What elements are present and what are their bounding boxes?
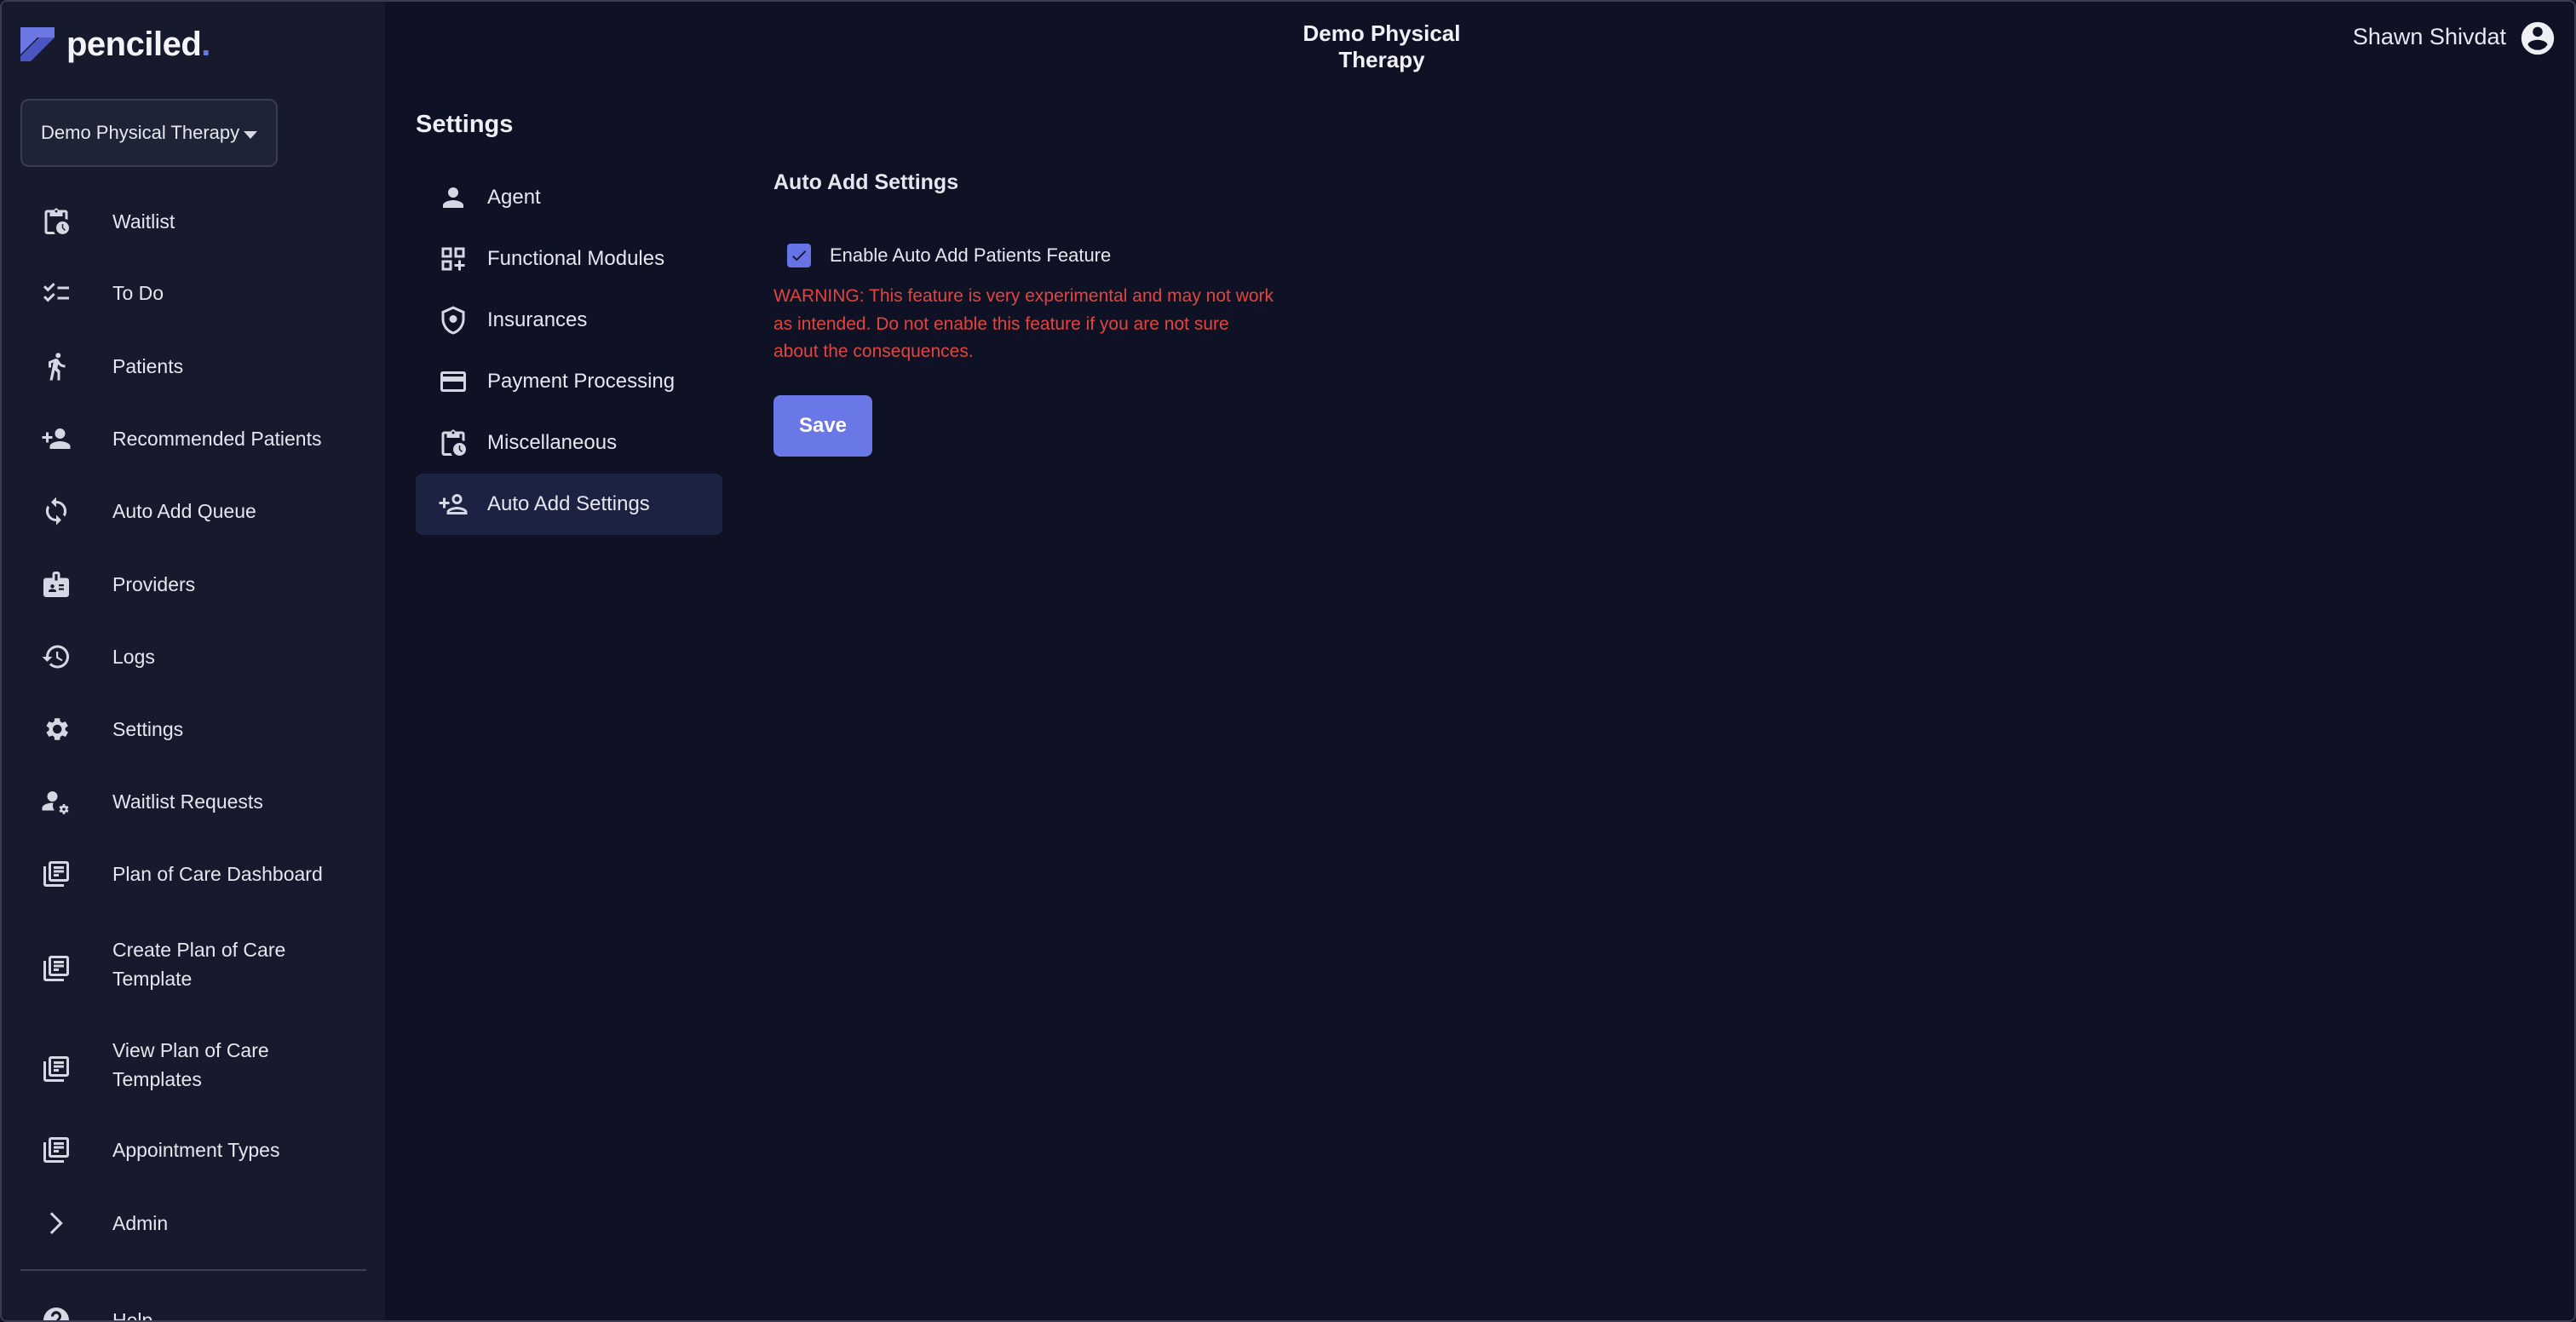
penciled-logo-icon (20, 27, 55, 61)
settings-item-label: Payment Processing (487, 370, 676, 393)
caret-down-icon (244, 131, 257, 139)
settings-item-miscellaneous[interactable]: Miscellaneous (416, 412, 722, 474)
sidebar-item-patients[interactable]: Patients (20, 336, 366, 397)
user-name[interactable]: Shawn Shivdat (2353, 24, 2506, 50)
sidebar-divider (20, 1269, 366, 1271)
clinic-select-value: Demo Physical Therapy (41, 122, 240, 143)
sidebar-item-label: Create Plan of Care (112, 939, 286, 961)
sidebar-item-recommended-patients[interactable]: Recommended Patients (20, 408, 366, 469)
sidebar-item-plan-of-care-dashboard[interactable]: Plan of Care Dashboard (20, 843, 366, 905)
person-gear-icon (39, 785, 73, 819)
library-books-icon (39, 1133, 73, 1167)
sidebar-item-label: Waitlist (112, 210, 175, 233)
sync-icon (39, 494, 73, 528)
sidebar-item-help[interactable]: Help (20, 1290, 366, 1322)
checkmark-icon (792, 250, 807, 262)
warning-line: as intended. Do not enable this feature … (773, 313, 1229, 334)
sidebar-item-waitlist-requests[interactable]: Waitlist Requests (20, 771, 366, 832)
sidebar-item-label: Plan of Care Dashboard (112, 863, 323, 885)
credit-card-icon (436, 365, 470, 399)
sidebar-item-label: Admin (112, 1212, 169, 1234)
sidebar-item-label: Patients (112, 355, 184, 377)
help-icon (39, 1303, 73, 1320)
library-books-icon (39, 857, 73, 891)
brand-name: penciled. (66, 25, 210, 63)
sidebar-item-label: To Do (112, 282, 164, 304)
person-icon (436, 181, 470, 215)
enable-auto-add-row[interactable]: Enable Auto Add Patients Feature (787, 242, 1111, 269)
settings-item-insurances[interactable]: Insurances (416, 290, 722, 351)
settings-item-label: Insurances (487, 308, 588, 331)
sidebar-item-label: Logs (112, 646, 155, 668)
settings-item-functional-modules[interactable]: Functional Modules (416, 228, 722, 290)
sidebar-item-label: Providers (112, 573, 196, 595)
sidebar-item-label: Waitlist Requests (112, 790, 263, 813)
checklist-icon (39, 276, 73, 310)
warning-text: WARNING: This feature is very experiment… (773, 283, 1302, 366)
badge-icon (39, 567, 73, 601)
warning-line: WARNING: This feature is very experiment… (773, 286, 1274, 306)
clinic-select[interactable]: Demo Physical Therapy (20, 99, 278, 167)
sidebar-item-label-line2: Templates (112, 1068, 202, 1090)
settings-item-auto-add-settings[interactable]: Auto Add Settings (416, 474, 722, 535)
sidebar-item-providers[interactable]: Providers (20, 554, 366, 615)
library-books-icon (39, 951, 73, 986)
history-icon (39, 640, 73, 674)
person-add-icon (39, 422, 73, 456)
sidebar-item-settings[interactable]: Settings (20, 698, 366, 760)
clipboard-clock-icon (436, 426, 470, 460)
panel-title: Auto Add Settings (773, 170, 959, 194)
sidebar-item-label: Appointment Types (112, 1139, 280, 1161)
sidebar-item-admin[interactable]: Admin (20, 1193, 366, 1254)
sidebar-item-label: Recommended Patients (112, 428, 322, 450)
settings-item-agent[interactable]: Agent (416, 167, 722, 228)
sidebar-item-auto-add-queue[interactable]: Auto Add Queue (20, 480, 366, 542)
sidebar-item-label-line2: Template (112, 968, 193, 990)
settings-item-label: Agent (487, 186, 541, 209)
penciled-logo[interactable]: penciled. (20, 24, 210, 65)
settings-title: Settings (416, 111, 514, 138)
page-header-title: Demo Physical Therapy (1302, 20, 1461, 72)
sidebar-item-to-do[interactable]: To Do (20, 262, 366, 324)
sidebar-item-create-plan-of-care-template[interactable]: Create Plan of Care Template (20, 930, 366, 1007)
sidebar: penciled. Demo Physical Therapy Waitlist… (2, 2, 385, 1322)
walking-person-icon (39, 349, 73, 383)
sidebar-item-label: Auto Add Queue (112, 500, 256, 522)
settings-item-payment-processing[interactable]: Payment Processing (416, 351, 722, 412)
settings-item-label: Auto Add Settings (487, 492, 650, 515)
chevron-right-icon (39, 1206, 73, 1240)
settings-item-label: Miscellaneous (487, 431, 618, 454)
sidebar-item-logs[interactable]: Logs (20, 626, 366, 687)
account-circle-icon[interactable] (2518, 19, 2557, 58)
sidebar-item-label: Help (112, 1309, 153, 1322)
app-window: penciled. Demo Physical Therapy Waitlist… (0, 0, 2576, 1322)
clipboard-clock-icon (39, 204, 73, 239)
library-books-icon (39, 1052, 73, 1086)
sidebar-item-waitlist[interactable]: Waitlist (20, 191, 366, 252)
warning-line: about the consequences. (773, 342, 974, 361)
sidebar-item-view-plan-of-care-templates[interactable]: View Plan of Care Templates (20, 1031, 366, 1107)
settings-item-label: Functional Modules (487, 247, 665, 270)
gear-icon (39, 712, 73, 746)
shield-icon (436, 303, 470, 337)
enable-auto-add-checkbox[interactable] (787, 244, 811, 267)
save-button[interactable]: Save (773, 395, 872, 457)
modules-icon (436, 242, 470, 276)
sidebar-item-label: Settings (112, 718, 184, 740)
sidebar-item-appointment-types[interactable]: Appointment Types (20, 1119, 366, 1181)
sidebar-item-label: View Plan of Care (112, 1039, 269, 1061)
enable-auto-add-label: Enable Auto Add Patients Feature (830, 244, 1112, 266)
person-add-icon (436, 487, 470, 521)
